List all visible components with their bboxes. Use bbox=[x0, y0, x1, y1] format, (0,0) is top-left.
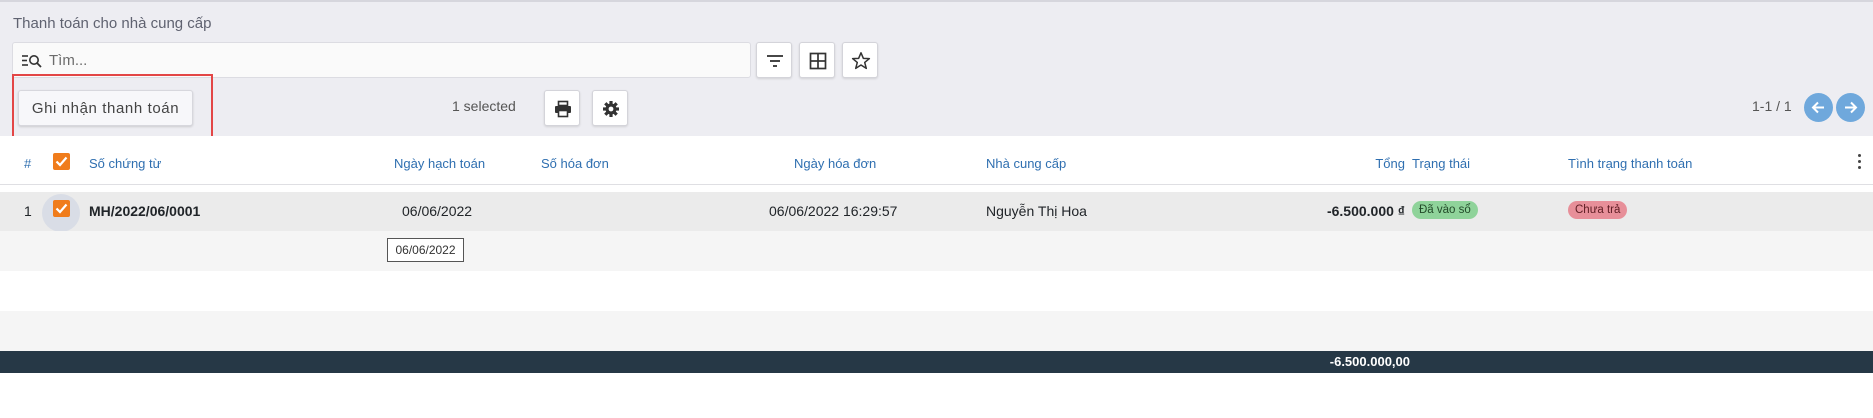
header-num: # bbox=[24, 156, 32, 171]
row-total: -6.500.000 ₫ bbox=[1326, 203, 1405, 219]
arrow-right-icon bbox=[1845, 101, 1858, 114]
checkmark-icon bbox=[55, 203, 68, 214]
row-invoice-date: 06/06/2022 16:29:57 bbox=[769, 203, 898, 219]
date-tooltip: 06/06/2022 bbox=[387, 238, 464, 262]
row-supplier: Nguyễn Thị Hoa bbox=[986, 203, 1087, 219]
row-num: 1 bbox=[24, 203, 32, 219]
footer-total: -6.500.000,00 bbox=[1329, 354, 1410, 369]
status-badge: Đã vào sổ bbox=[1412, 201, 1478, 219]
search-icon bbox=[22, 55, 42, 68]
checkmark-icon bbox=[55, 156, 68, 167]
header-supplier[interactable]: Nhà cung cấp bbox=[986, 156, 1066, 171]
gear-icon bbox=[603, 101, 619, 117]
table-header: # Số chứng từ Ngày hạch toán Số hóa đơn … bbox=[0, 136, 1873, 185]
header-document-no[interactable]: Số chứng từ bbox=[89, 156, 161, 171]
row-checkbox[interactable] bbox=[53, 200, 70, 217]
select-all-checkbox[interactable] bbox=[53, 153, 70, 170]
previous-page-button[interactable] bbox=[1804, 93, 1833, 122]
header-invoice-date[interactable]: Ngày hóa đơn bbox=[794, 156, 876, 171]
filter-button[interactable] bbox=[756, 42, 792, 78]
next-page-button[interactable] bbox=[1836, 93, 1865, 122]
selected-count: 1 selected bbox=[452, 98, 516, 114]
arrow-left-icon bbox=[1811, 101, 1824, 114]
grid-view-icon bbox=[809, 52, 827, 70]
record-payment-button[interactable]: Ghi nhận thanh toán bbox=[18, 90, 193, 126]
control-panel: Thanh toán cho nhà cung cấp Ghi nhận th bbox=[0, 2, 1873, 140]
header-status[interactable]: Trạng thái bbox=[1412, 156, 1470, 171]
header-total[interactable]: Tổng bbox=[1375, 156, 1405, 171]
pager-value: 1-1 / 1 bbox=[1752, 98, 1792, 114]
table-footer: -6.500.000,00 bbox=[0, 351, 1873, 373]
row-document-no: MH/2022/06/0001 bbox=[89, 203, 201, 219]
empty-row bbox=[0, 271, 1873, 311]
column-options-icon[interactable] bbox=[1858, 154, 1862, 172]
search-input[interactable] bbox=[49, 43, 739, 77]
filter-icon bbox=[767, 55, 783, 67]
breadcrumb[interactable]: Thanh toán cho nhà cung cấp bbox=[13, 15, 212, 32]
grid-view-button[interactable] bbox=[799, 42, 835, 78]
header-accounting-date[interactable]: Ngày hạch toán bbox=[394, 156, 485, 171]
star-icon bbox=[851, 52, 871, 70]
settings-button[interactable] bbox=[592, 90, 628, 126]
print-button[interactable] bbox=[544, 90, 580, 126]
header-payment-status[interactable]: Tình trạng thanh toán bbox=[1568, 156, 1692, 171]
favorite-button[interactable] bbox=[842, 42, 878, 78]
printer-icon bbox=[555, 100, 571, 118]
row-accounting-date: 06/06/2022 bbox=[402, 203, 473, 219]
search-bar[interactable] bbox=[12, 42, 751, 78]
payment-status-badge: Chưa trả bbox=[1568, 201, 1628, 219]
empty-row bbox=[0, 311, 1873, 351]
empty-row bbox=[0, 231, 1873, 271]
header-invoice-no[interactable]: Số hóa đơn bbox=[541, 156, 609, 171]
